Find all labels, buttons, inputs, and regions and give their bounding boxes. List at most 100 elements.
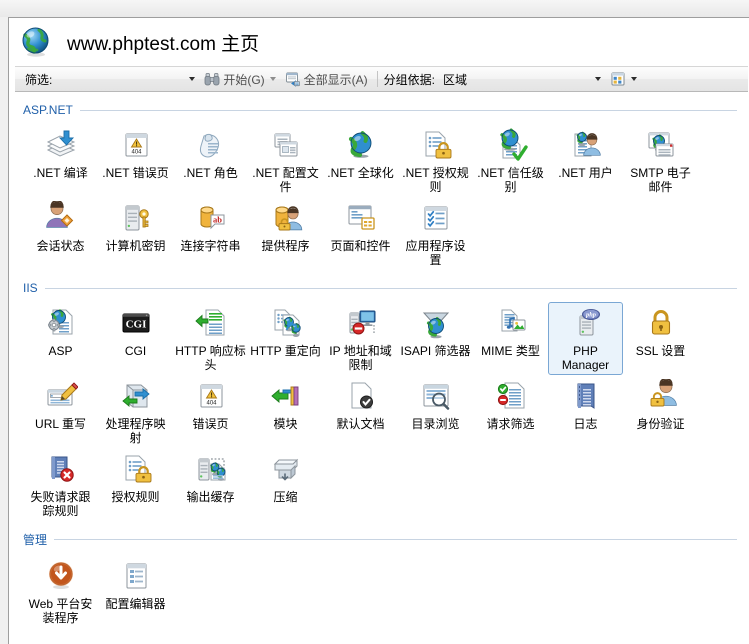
feature-group-mgmt: 管理 Web 平台安装程序 配置编辑器 <box>9 529 749 628</box>
directory-browsing-icon <box>419 379 453 413</box>
feature-tile[interactable]: .NET 全球化 <box>323 124 398 197</box>
request-filtering-icon <box>494 379 528 413</box>
window-left-chrome <box>0 17 8 644</box>
web-platform-installer-icon <box>44 559 78 593</box>
filter-input[interactable] <box>58 70 188 88</box>
feature-tile[interactable]: 授权规则 <box>98 448 173 521</box>
group-divider <box>44 287 737 289</box>
group-by-label: 分组依据: <box>383 72 436 87</box>
feature-tile[interactable]: ISAPI 筛选器 <box>398 302 473 375</box>
go-button[interactable]: 开始(G) <box>201 68 267 90</box>
feature-tile[interactable]: 404 .NET 错误页 <box>98 124 173 197</box>
svg-text:ab: ab <box>213 215 222 225</box>
feature-tile-label: 日志 <box>573 417 598 431</box>
feature-tile[interactable]: 目录浏览 <box>398 375 473 448</box>
feature-tile[interactable]: 输出缓存 <box>173 448 248 521</box>
feature-tile[interactable]: 默认文档 <box>323 375 398 448</box>
feature-tile-label: HTTP 重定向 <box>250 344 321 358</box>
show-all-icon <box>285 71 301 87</box>
feature-tile[interactable]: ASP <box>23 302 98 375</box>
feature-tile-label: 输出缓存 <box>186 490 235 504</box>
feature-tile[interactable]: HTTP 响应标头 <box>173 302 248 375</box>
feature-toolbar: 筛选: 开始(G) 全部显示(A) 分组依据: 区域 <box>15 66 748 92</box>
feature-tile[interactable]: 计算机密钥 <box>98 197 173 270</box>
feature-tile[interactable]: Web 平台安装程序 <box>23 555 98 628</box>
feature-tile-label: ASP <box>48 344 73 358</box>
authorization-rules-icon <box>119 452 153 486</box>
feature-tile[interactable]: 压缩 <box>248 448 323 521</box>
feature-tile[interactable]: HTTP 重定向 <box>248 302 323 375</box>
view-mode-caret-icon[interactable] <box>631 77 638 81</box>
feature-tiles: Web 平台安装程序 配置编辑器 <box>23 549 737 628</box>
feature-tile[interactable]: .NET 角色 <box>173 124 248 197</box>
feature-tile-label: .NET 错误页 <box>102 166 169 180</box>
session-state-icon <box>44 201 78 235</box>
feature-tile-label: 处理程序映射 <box>105 417 166 445</box>
feature-tile[interactable]: 日志 <box>548 375 623 448</box>
feature-tiles: ASP CGI CGI HTTP 响应标头 HTTP 重定向 IP 地址和域限制… <box>23 298 737 521</box>
feature-tile[interactable]: 页面和控件 <box>323 197 398 270</box>
svg-text:404: 404 <box>206 401 217 407</box>
compression-icon <box>269 452 303 486</box>
authentication-icon <box>644 379 678 413</box>
feature-tile[interactable]: 请求筛选 <box>473 375 548 448</box>
svg-text:404: 404 <box>131 150 142 156</box>
application-settings-icon <box>419 201 453 235</box>
pages-and-controls-icon <box>344 201 378 235</box>
feature-tile[interactable]: 身份验证 <box>623 375 698 448</box>
feature-tile[interactable]: php PHP Manager <box>548 302 623 375</box>
feature-tile[interactable]: SMTP 电子邮件 <box>623 124 698 197</box>
show-all-button[interactable]: 全部显示(A) <box>282 68 371 90</box>
feature-tile[interactable]: URL 重写 <box>23 375 98 448</box>
feature-tile[interactable]: 404 错误页 <box>173 375 248 448</box>
feature-tile-label: 失败请求跟踪规则 <box>30 490 91 518</box>
feature-tile[interactable]: ab 连接字符串 <box>173 197 248 270</box>
feature-tile-label: 默认文档 <box>336 417 385 431</box>
feature-tile-label: 连接字符串 <box>180 239 241 253</box>
feature-tile[interactable]: 应用程序设置 <box>398 197 473 270</box>
group-by-caret-icon[interactable] <box>595 77 602 81</box>
group-by-select[interactable]: 区域 <box>440 70 593 88</box>
go-dropdown-caret-icon[interactable] <box>269 77 276 81</box>
smtp-email-icon <box>644 128 678 162</box>
handler-mappings-icon <box>119 379 153 413</box>
feature-tile[interactable]: IP 地址和域限制 <box>323 302 398 375</box>
group-header: 管理 <box>23 529 737 549</box>
feature-tile[interactable]: 模块 <box>248 375 323 448</box>
feature-tile-label: 配置编辑器 <box>105 597 166 611</box>
connection-strings-icon: ab <box>194 201 228 235</box>
feature-tile-label: .NET 配置文件 <box>252 166 319 194</box>
feature-tile[interactable]: MIME 类型 <box>473 302 548 375</box>
filter-dropdown-caret-icon[interactable] <box>189 77 196 81</box>
error-pages-icon: 404 <box>194 379 228 413</box>
feature-tile[interactable]: .NET 配置文件 <box>248 124 323 197</box>
feature-tile[interactable]: .NET 授权规则 <box>398 124 473 197</box>
isapi-filters-icon <box>419 306 453 340</box>
feature-tile-label: SSL 设置 <box>635 344 686 358</box>
feature-tile[interactable]: 提供程序 <box>248 197 323 270</box>
feature-tile-label: .NET 全球化 <box>327 166 394 180</box>
feature-tile[interactable]: .NET 编译 <box>23 124 98 197</box>
feature-tile[interactable]: 会话状态 <box>23 197 98 270</box>
asp-icon <box>44 306 78 340</box>
feature-tile[interactable]: 处理程序映射 <box>98 375 173 448</box>
feature-tile-label: 应用程序设置 <box>405 239 466 267</box>
feature-tile[interactable]: .NET 用户 <box>548 124 623 197</box>
feature-tile[interactable]: .NET 信任级别 <box>473 124 548 197</box>
feature-tile[interactable]: SSL 设置 <box>623 302 698 375</box>
net-trust-levels-icon <box>494 128 528 162</box>
feature-tile[interactable]: CGI CGI <box>98 302 173 375</box>
svg-text:CGI: CGI <box>125 319 146 331</box>
feature-tile-label: ISAPI 筛选器 <box>400 344 471 358</box>
feature-tile[interactable]: 失败请求跟踪规则 <box>23 448 98 521</box>
feature-tile-label: 模块 <box>273 417 298 431</box>
group-title: 管理 <box>23 532 48 547</box>
view-mode-button[interactable] <box>607 68 629 90</box>
feature-tile[interactable]: 配置编辑器 <box>98 555 173 628</box>
feature-tile-label: MIME 类型 <box>481 344 540 358</box>
feature-tile-label: .NET 角色 <box>183 166 238 180</box>
feature-view-panel: www.phptest.com 主页 筛选: 开始(G) 全部显示(A) 分组依… <box>8 17 749 644</box>
feature-list: ASP.NET .NET 编译 404 .NET 错误页 .NET 角色 .NET… <box>9 92 749 644</box>
feature-tile-label: 压缩 <box>273 490 298 504</box>
feature-tile-label: .NET 用户 <box>558 166 613 180</box>
